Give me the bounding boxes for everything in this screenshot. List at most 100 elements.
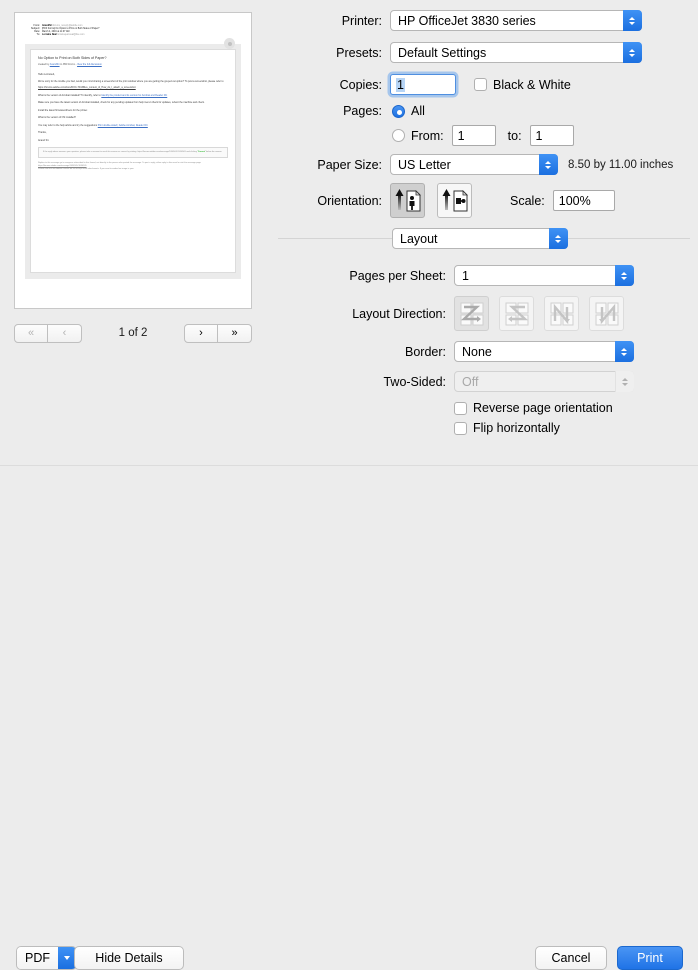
pane-select[interactable]: Layout	[392, 228, 568, 249]
radio-button[interactable]	[392, 104, 405, 118]
nav-back-group: « ‹	[14, 323, 82, 343]
two-sided-select: Off	[454, 371, 634, 392]
pages-per-sheet-select[interactable]: 1	[454, 265, 634, 286]
scale-value: 100%	[558, 193, 591, 208]
pages-from-value: 1	[457, 128, 465, 143]
copies-input[interactable]: 1	[390, 74, 456, 95]
presets-row: Presets: Default Settings	[270, 42, 690, 63]
pages-all-radio[interactable]: All	[392, 104, 425, 118]
orientation-row: Orientation: Scale: 100%	[270, 183, 698, 218]
flip-horizontally-checkbox[interactable]: Flip horizontally	[454, 421, 560, 435]
message-title: No Option to Print on Both Sides of Pape…	[38, 56, 107, 61]
print-button[interactable]: Print	[617, 946, 683, 970]
layout-direction-label: Layout Direction:	[352, 306, 446, 321]
paper-size-row: Paper Size: US Letter 8.50 by 11.00 inch…	[270, 154, 698, 175]
black-white-checkbox[interactable]: Black & White	[474, 78, 571, 92]
pdf-button[interactable]: PDF	[16, 946, 77, 970]
reverse-orientation-row: Reverse page orientation	[454, 401, 613, 415]
page-navigation: « ‹ 1 of 2 › »	[14, 320, 252, 346]
printer-value: HP OfficeJet 3830 series	[398, 13, 536, 28]
message-paragraph: We're sorry for the trouble you had, wou…	[38, 80, 224, 84]
message-paragraph: What is the version of Acrobat installed…	[38, 93, 168, 97]
copies-label: Copies:	[339, 77, 382, 92]
pdf-label: PDF	[17, 947, 58, 969]
author-link[interactable]: AnandSri	[50, 63, 60, 66]
paper-size-label: Paper Size:	[317, 157, 382, 172]
presets-value: Default Settings	[398, 45, 487, 60]
pages-range-radio[interactable]: From:	[392, 129, 444, 143]
border-select[interactable]: None	[454, 341, 634, 362]
border-label: Border:	[405, 344, 446, 359]
chevron-updown-icon[interactable]	[615, 265, 634, 286]
footer-divider	[0, 465, 698, 466]
pages-to-value: 1	[535, 128, 543, 143]
last-page-button[interactable]: »	[218, 323, 252, 343]
chevron-updown-icon[interactable]	[549, 228, 568, 249]
cancel-button[interactable]: Cancel	[535, 946, 607, 970]
two-sided-row: Two-Sided: Off	[270, 371, 698, 392]
layout-direction-row: Layout Direction:	[270, 296, 698, 331]
pane-value: Layout	[400, 231, 438, 246]
pages-all-label: All	[411, 104, 425, 118]
view-discussion-link[interactable]: View the full discussion	[77, 63, 102, 66]
radio-button[interactable]	[392, 129, 405, 142]
nav-forward-group: › »	[184, 323, 252, 343]
z-right-down-icon	[460, 302, 483, 325]
checkbox-box[interactable]	[454, 401, 467, 415]
presets-label: Presets:	[336, 45, 382, 60]
scale-input[interactable]: 100%	[552, 190, 615, 211]
chevron-updown-icon[interactable]	[539, 154, 558, 175]
reverse-page-orientation-checkbox[interactable]: Reverse page orientation	[454, 401, 613, 415]
print-settings-panel: Printer: HP OfficeJet 3830 series Preset…	[270, 0, 698, 465]
layout-direction-option-2[interactable]	[499, 296, 534, 331]
border-value: None	[462, 344, 492, 359]
printer-select[interactable]: HP OfficeJet 3830 series	[390, 10, 642, 31]
reverse-page-orientation-label: Reverse page orientation	[473, 401, 613, 415]
email-header: From: AnandSri forums_noreply@adobe.com …	[25, 25, 241, 49]
pages-to-label: to:	[507, 128, 522, 143]
z-left-down-icon	[505, 302, 528, 325]
pane-select-wrap: Layout	[392, 228, 568, 249]
message-greeting: Hello Lorraineb,	[38, 72, 55, 76]
chevron-updown-icon[interactable]	[623, 10, 642, 31]
pages-per-sheet-label: Pages per Sheet:	[349, 268, 446, 283]
print-double-sided-link[interactable]: Print double-sided | Adobe Acrobat, Read…	[98, 124, 148, 127]
border-row: Border: None	[270, 341, 698, 362]
message-signature: Anand Sri.	[38, 138, 50, 142]
portrait-orientation-icon	[395, 188, 421, 211]
printer-row: Printer: HP OfficeJet 3830 series	[270, 10, 690, 31]
layout-direction-option-4[interactable]	[589, 296, 624, 331]
page-counter: 1 of 2	[118, 327, 148, 339]
to-label: To:	[36, 34, 40, 37]
preview-page-1: From: AnandSri forums_noreply@adobe.com …	[15, 13, 251, 308]
presets-select[interactable]: Default Settings	[390, 42, 642, 63]
message-link[interactable]: https://forums.adobe.com/docs/DOC-7043#l…	[38, 86, 228, 90]
two-sided-label: Two-Sided:	[383, 374, 446, 389]
chevron-updown-icon[interactable]	[623, 42, 642, 63]
n-down-left-icon	[595, 302, 618, 325]
identify-product-link[interactable]: Identify the product and its version for…	[101, 94, 167, 97]
chevron-updown-icon[interactable]	[615, 341, 634, 362]
orientation-portrait-button[interactable]	[390, 183, 425, 218]
previous-page-button[interactable]: ‹	[48, 323, 82, 343]
paper-dimensions: 8.50 by 11.00 inches	[568, 158, 674, 171]
checkbox-box[interactable]	[454, 421, 467, 435]
orientation-landscape-button[interactable]	[437, 183, 472, 218]
next-page-button[interactable]: ›	[184, 323, 218, 343]
correct-highlight: 'Correct'	[197, 151, 206, 154]
message-body: No Option to Print on Both Sides of Pape…	[25, 44, 241, 280]
checkbox-box[interactable]	[474, 78, 487, 91]
message-paragraph: What is the version of OS installed?	[38, 116, 76, 120]
printer-label: Printer:	[341, 13, 382, 28]
layout-direction-option-1[interactable]	[454, 296, 489, 331]
hide-details-button[interactable]: Hide Details	[74, 946, 184, 970]
paper-size-value: US Letter	[398, 157, 451, 172]
copies-row: Copies: 1 Black & White	[270, 74, 690, 95]
first-page-button[interactable]: «	[14, 323, 48, 343]
layout-direction-option-3[interactable]	[544, 296, 579, 331]
pages-to-input[interactable]: 1	[529, 125, 574, 146]
document-preview[interactable]: From: AnandSri forums_noreply@adobe.com …	[14, 12, 252, 309]
paper-size-select[interactable]: US Letter	[390, 154, 558, 175]
pages-from-input[interactable]: 1	[451, 125, 496, 146]
pages-row: Pages: All	[270, 104, 690, 118]
